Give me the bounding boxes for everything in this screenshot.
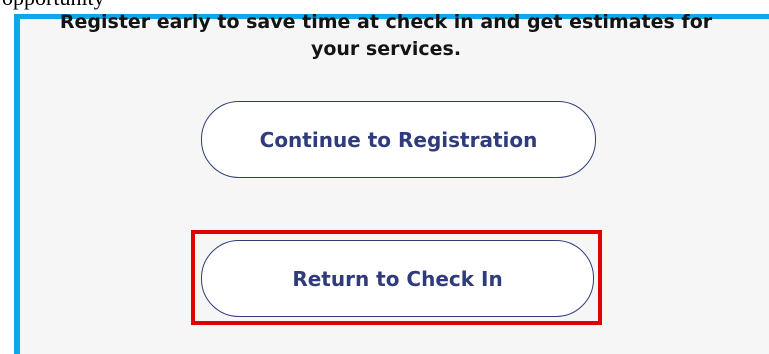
message-line-2: your services. xyxy=(310,38,462,60)
registration-message: Register early to save time at check in … xyxy=(6,9,766,63)
continue-to-registration-button[interactable]: Continue to Registration xyxy=(201,101,596,178)
clipped-heading-text: opportunity xyxy=(2,0,105,9)
message-line-1: Register early to save time at check in … xyxy=(59,11,713,33)
return-to-check-in-button[interactable]: Return to Check In xyxy=(201,240,594,317)
